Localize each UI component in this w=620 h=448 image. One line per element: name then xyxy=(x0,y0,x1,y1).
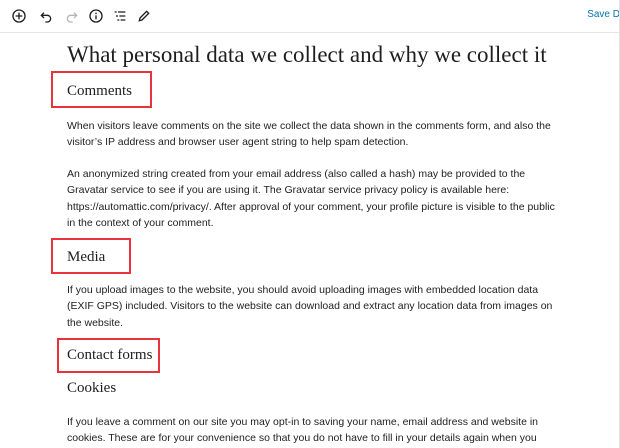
paragraph-cookies-1[interactable]: If you leave a comment on our site you m… xyxy=(67,414,557,447)
paragraph-comments-1[interactable]: When visitors leave comments on the site… xyxy=(67,118,557,151)
heading-contact-forms[interactable]: Contact forms xyxy=(67,347,152,364)
heading-cookies[interactable]: Cookies xyxy=(67,380,116,397)
editor-content: What personal data we collect and why we… xyxy=(0,0,620,448)
heading-media[interactable]: Media xyxy=(67,249,105,266)
paragraph-comments-2[interactable]: An anonymized string created from your e… xyxy=(67,166,557,231)
paragraph-media-1[interactable]: If you upload images to the website, you… xyxy=(67,282,557,331)
heading-comments[interactable]: Comments xyxy=(67,83,132,100)
document-title[interactable]: What personal data we collect and why we… xyxy=(67,42,547,68)
